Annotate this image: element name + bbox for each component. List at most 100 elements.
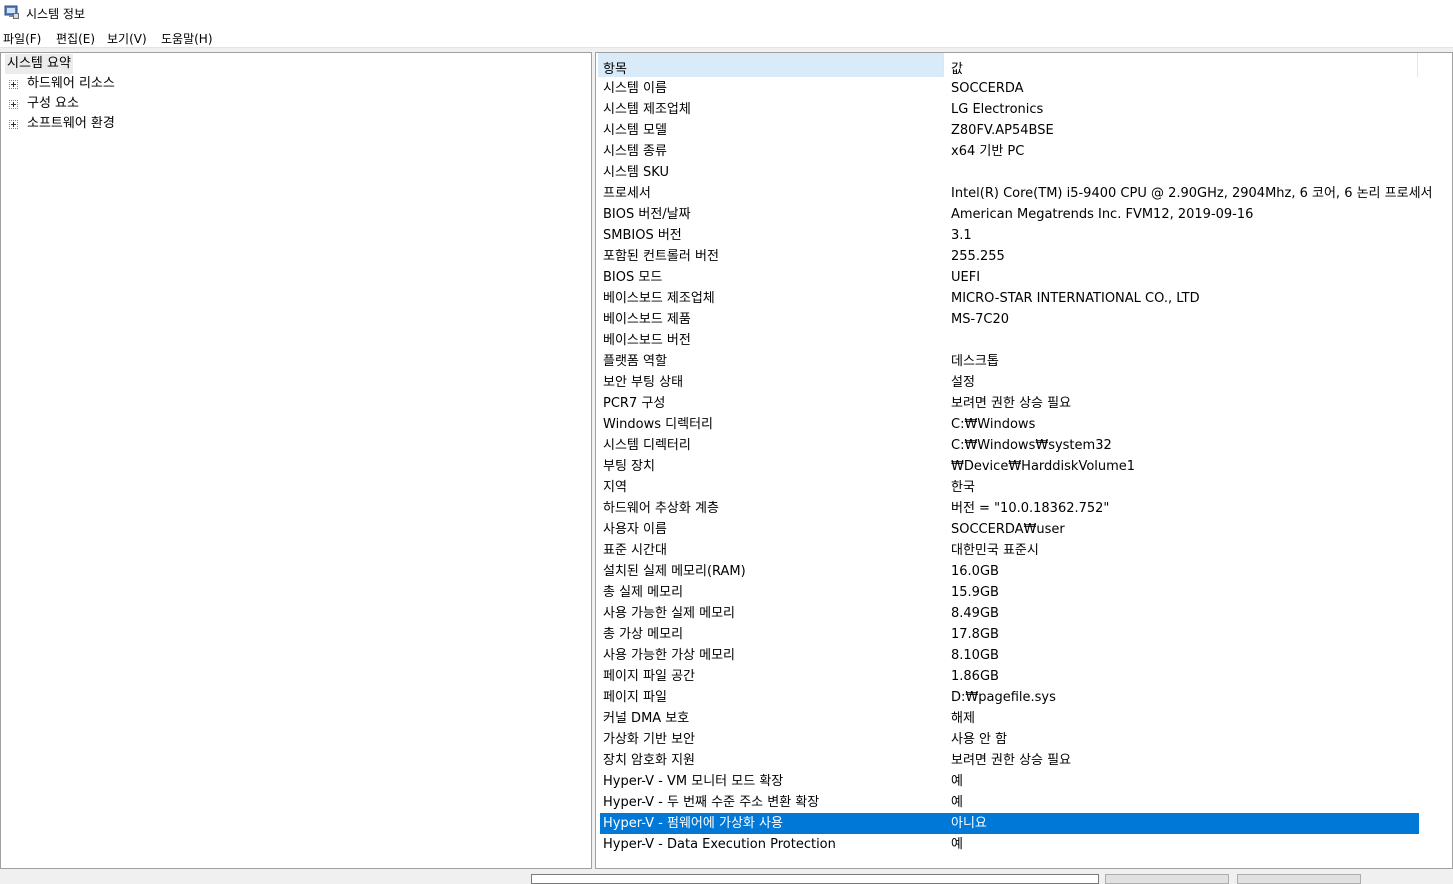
row-item-cell: 커널 DMA 보호 xyxy=(603,711,690,726)
table-row[interactable]: 사용 가능한 실제 메모리 8.49GB xyxy=(600,603,1419,624)
row-value-cell: 대한민국 표준시 xyxy=(951,543,1039,558)
table-row[interactable]: SMBIOS 버전 3.1 xyxy=(600,225,1419,246)
row-item-cell: 지역 xyxy=(603,480,627,495)
row-item-cell: Hyper-V - Data Execution Protection xyxy=(603,837,836,852)
table-row[interactable]: Hyper-V - VM 모니터 모드 확장 예 xyxy=(600,771,1419,792)
row-value-cell: MICRO-STAR INTERNATIONAL CO., LTD xyxy=(951,291,1200,306)
row-item-cell: 프로세서 xyxy=(603,186,651,201)
table-row[interactable]: 하드웨어 추상화 계층 버전 = "10.0.18362.752" xyxy=(600,498,1419,519)
table-row[interactable]: 설치된 실제 메모리(RAM) 16.0GB xyxy=(600,561,1419,582)
row-value-cell: 255.255 xyxy=(951,249,1005,264)
table-row[interactable]: 장치 암호화 지원 보려면 권한 상승 필요 xyxy=(600,750,1419,771)
row-value-cell: 15.9GB xyxy=(951,585,999,600)
table-row[interactable]: 베이스보드 제품 MS-7C20 xyxy=(600,309,1419,330)
tree-item-components[interactable]: 구성 요소 xyxy=(1,94,301,114)
row-value-cell: 3.1 xyxy=(951,228,972,243)
row-value-cell: 설정 xyxy=(951,375,975,390)
table-row[interactable]: 시스템 이름 SOCCERDA xyxy=(600,78,1419,99)
expand-plus-icon[interactable] xyxy=(9,120,18,129)
tree-item-hardware-resources[interactable]: 하드웨어 리소스 xyxy=(1,74,301,94)
tree-item-label: 소프트웨어 환경 xyxy=(27,116,115,131)
row-value-cell: SOCCERDA₩user xyxy=(951,522,1065,537)
expand-plus-icon[interactable] xyxy=(9,100,18,109)
row-item-cell: PCR7 구성 xyxy=(603,396,666,411)
title-bar: 시스템 정보 xyxy=(0,0,1453,25)
table-row[interactable]: 표준 시간대 대한민국 표준시 xyxy=(600,540,1419,561)
table-row[interactable]: 포함된 컨트롤러 버전 255.255 xyxy=(600,246,1419,267)
row-value-cell: 16.0GB xyxy=(951,564,999,579)
menu-help[interactable]: 도움말(H) xyxy=(161,30,213,47)
row-item-cell: SMBIOS 버전 xyxy=(603,228,682,243)
table-row[interactable]: 페이지 파일 공간 1.86GB xyxy=(600,666,1419,687)
table-row[interactable]: PCR7 구성 보려면 권한 상승 필요 xyxy=(600,393,1419,414)
row-value-cell: 8.49GB xyxy=(951,606,999,621)
table-row[interactable]: 총 실제 메모리 15.9GB xyxy=(600,582,1419,603)
expand-plus-icon[interactable] xyxy=(9,80,18,89)
table-row[interactable]: Hyper-V - Data Execution Protection 예 xyxy=(600,834,1419,855)
tree-item-software-environment[interactable]: 소프트웨어 환경 xyxy=(1,114,301,134)
table-row[interactable]: 플랫폼 역할 데스크톱 xyxy=(600,351,1419,372)
row-item-cell: 표준 시간대 xyxy=(603,543,667,558)
row-value-cell: 1.86GB xyxy=(951,669,999,684)
row-value-cell: 아니요 xyxy=(951,816,987,831)
row-value-cell: American Megatrends Inc. FVM12, 2019-09-… xyxy=(951,207,1254,222)
table-row[interactable]: Hyper-V - 두 번째 수준 주소 변환 확장 예 xyxy=(600,792,1419,813)
table-row[interactable]: 사용 가능한 가상 메모리 8.10GB xyxy=(600,645,1419,666)
table-row[interactable]: 총 가상 메모리 17.8GB xyxy=(600,624,1419,645)
row-value-cell: 버전 = "10.0.18362.752" xyxy=(951,501,1110,516)
row-value-cell: D:₩pagefile.sys xyxy=(951,690,1056,705)
close-find-button[interactable] xyxy=(1237,874,1361,884)
table-row[interactable]: 프로세서 Intel(R) Core(TM) i5-9400 CPU @ 2.90… xyxy=(600,183,1433,204)
row-item-cell: 시스템 모델 xyxy=(603,123,667,138)
row-value-cell: Z80FV.AP54BSE xyxy=(951,123,1054,138)
column-header-item[interactable]: 항목 xyxy=(598,53,944,77)
row-value-cell: MS-7C20 xyxy=(951,312,1010,327)
tree-item-system-summary[interactable]: 시스템 요약 xyxy=(5,54,73,74)
row-item-cell: 베이스보드 제품 xyxy=(603,312,691,327)
table-row[interactable]: Hyper-V - 펌웨어에 가상화 사용 아니요 xyxy=(600,813,1419,834)
table-row[interactable]: 시스템 제조업체 LG Electronics xyxy=(600,99,1419,120)
row-item-cell: 하드웨어 추상화 계층 xyxy=(603,501,719,516)
find-input[interactable] xyxy=(531,874,1099,884)
table-row[interactable]: 가상화 기반 보안 사용 안 함 xyxy=(600,729,1419,750)
row-item-cell: 페이지 파일 xyxy=(603,690,667,705)
table-row[interactable]: 커널 DMA 보호 해제 xyxy=(600,708,1419,729)
table-row[interactable]: 부팅 장치 ₩Device₩HarddiskVolume1 xyxy=(600,456,1419,477)
row-value-cell: UEFI xyxy=(951,270,981,285)
table-row[interactable]: 보안 부팅 상태 설정 xyxy=(600,372,1419,393)
row-item-cell: 사용자 이름 xyxy=(603,522,667,537)
column-header-value[interactable]: 값 xyxy=(944,53,1418,77)
row-item-cell: 총 실제 메모리 xyxy=(603,585,684,600)
table-row[interactable]: BIOS 버전/날짜 American Megatrends Inc. FVM12… xyxy=(600,204,1419,225)
row-item-cell: 가상화 기반 보안 xyxy=(603,732,695,747)
table-row[interactable]: 시스템 SKU xyxy=(600,162,1419,183)
row-item-cell: 부팅 장치 xyxy=(603,459,655,474)
table-row[interactable]: 사용자 이름 SOCCERDA₩user xyxy=(600,519,1419,540)
find-button[interactable] xyxy=(1105,874,1229,884)
menu-view[interactable]: 보기(V) xyxy=(107,30,147,47)
row-value-cell: 데스크톱 xyxy=(951,354,999,369)
table-row[interactable]: Windows 디렉터리 C:₩Windows xyxy=(600,414,1419,435)
menu-file[interactable]: 파일(F) xyxy=(3,30,41,47)
row-item-cell: 시스템 제조업체 xyxy=(603,102,691,117)
table-row[interactable]: 페이지 파일 D:₩pagefile.sys xyxy=(600,687,1419,708)
table-row[interactable]: BIOS 모드 UEFI xyxy=(600,267,1419,288)
window-title: 시스템 정보 xyxy=(26,7,86,21)
table-row[interactable]: 시스템 모델 Z80FV.AP54BSE xyxy=(600,120,1419,141)
system-information-icon xyxy=(4,5,19,19)
tree-item-label: 시스템 요약 xyxy=(7,56,71,71)
row-item-cell: 사용 가능한 실제 메모리 xyxy=(603,606,735,621)
row-value-cell: 예 xyxy=(951,795,963,810)
table-row[interactable]: 베이스보드 제조업체 MICRO-STAR INTERNATIONAL CO., … xyxy=(600,288,1419,309)
row-item-cell: 시스템 이름 xyxy=(603,81,667,96)
category-tree[interactable]: 시스템 요약 하드웨어 리소스 구성 요소 소프트웨어 환경 xyxy=(0,52,592,869)
details-list[interactable]: 항목 값 시스템 이름 SOCCERDA 시스템 제조업체 LG Electronic… xyxy=(595,52,1453,869)
table-row[interactable]: 시스템 종류 x64 기반 PC xyxy=(600,141,1419,162)
table-row[interactable]: 시스템 디렉터리 C:₩Windows₩system32 xyxy=(600,435,1419,456)
table-row[interactable]: 베이스보드 버전 xyxy=(600,330,1419,351)
row-value-cell: 해제 xyxy=(951,711,975,726)
table-row[interactable]: 지역 한국 xyxy=(600,477,1419,498)
menu-edit[interactable]: 편집(E) xyxy=(56,30,95,47)
row-value-cell: 사용 안 함 xyxy=(951,732,1008,747)
row-item-cell: 사용 가능한 가상 메모리 xyxy=(603,648,735,663)
